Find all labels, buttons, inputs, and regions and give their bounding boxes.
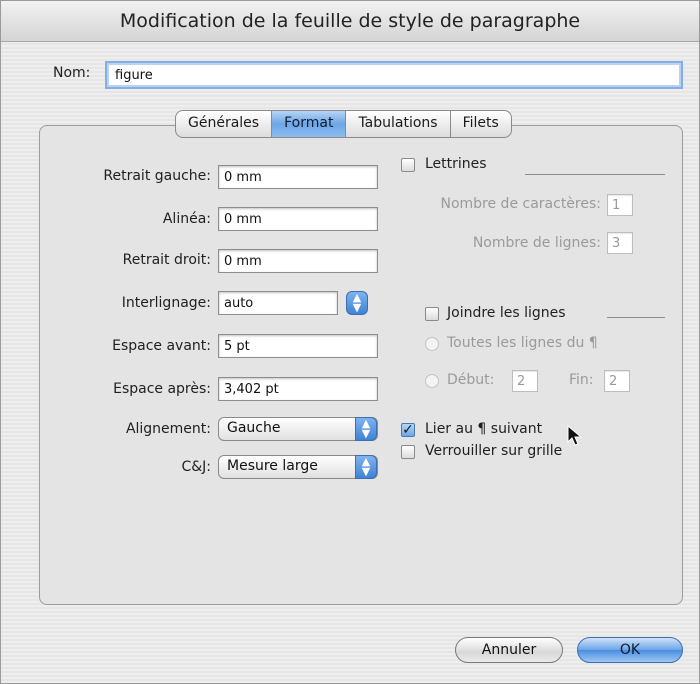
leading-stepper[interactable]: ▲ ▼ [346,291,368,315]
name-label: Nom: [53,65,91,81]
char-count-label: Nombre de caractères: [440,196,601,212]
tab-format[interactable]: Format [272,111,347,137]
hj-label: C&J: [181,459,211,475]
first-line-label: Alinéa: [162,211,211,227]
keep-with-next-checkbox[interactable]: ✓ [401,423,415,437]
mouse-pointer-icon [567,425,583,446]
keep-lines-label: Joindre les lignes [447,305,566,321]
tab-filets[interactable]: Filets [451,111,511,137]
tab-tabulations[interactable]: Tabulations [346,111,451,137]
alignment-popup[interactable]: Gauche ▲ ▼ [218,417,378,441]
leading-field[interactable] [218,291,338,315]
left-indent-field[interactable] [218,165,378,189]
first-line-field[interactable] [218,207,378,231]
hj-popup[interactable]: Mesure large ▲ ▼ [218,455,378,479]
right-indent-field[interactable] [218,249,378,273]
space-before-field[interactable] [218,334,378,358]
end-label: Fin: [569,372,594,388]
all-lines-radio[interactable] [425,337,439,351]
hj-value: Mesure large [227,458,318,474]
line-count-field[interactable] [607,232,633,254]
alignment-label: Alignement: [125,421,211,437]
start-field[interactable] [512,370,538,392]
ok-button[interactable]: OK [577,637,683,663]
window-title: Modification de la feuille de style de p… [1,1,699,42]
line-count-label: Nombre de lignes: [472,235,601,251]
lock-to-grid-label: Verrouiller sur grille [425,443,563,459]
lock-to-grid-checkbox[interactable] [401,445,415,459]
popup-arrows-icon: ▲ ▼ [355,417,377,441]
char-count-field[interactable] [607,194,633,216]
popup-arrows-icon: ▲ ▼ [355,455,377,479]
start-radio[interactable] [425,374,439,388]
left-indent-label: Retrait gauche: [103,168,211,184]
all-lines-label: Toutes les lignes du ¶ [447,335,598,351]
space-after-field[interactable] [218,377,378,401]
alignment-value: Gauche [227,420,281,436]
end-field[interactable] [604,370,630,392]
cancel-button[interactable]: Annuler [455,637,563,663]
right-indent-label: Retrait droit: [122,252,211,268]
drop-caps-checkbox[interactable] [401,158,415,172]
leading-label: Interlignage: [121,295,211,311]
drop-caps-label: Lettrines [425,156,487,172]
tab-bar: Générales Format Tabulations Filets [175,110,512,138]
keep-lines-checkbox[interactable] [425,307,439,321]
tab-generales[interactable]: Générales [176,111,273,137]
drop-caps-divider [525,174,665,175]
space-before-label: Espace avant: [112,338,211,354]
space-after-label: Espace après: [113,381,211,397]
start-label: Début: [447,372,495,388]
name-input[interactable] [105,61,683,89]
dialog-window: Modification de la feuille de style de p… [0,0,700,684]
keep-with-next-label: Lier au ¶ suivant [425,421,543,437]
keep-lines-divider [607,317,665,318]
